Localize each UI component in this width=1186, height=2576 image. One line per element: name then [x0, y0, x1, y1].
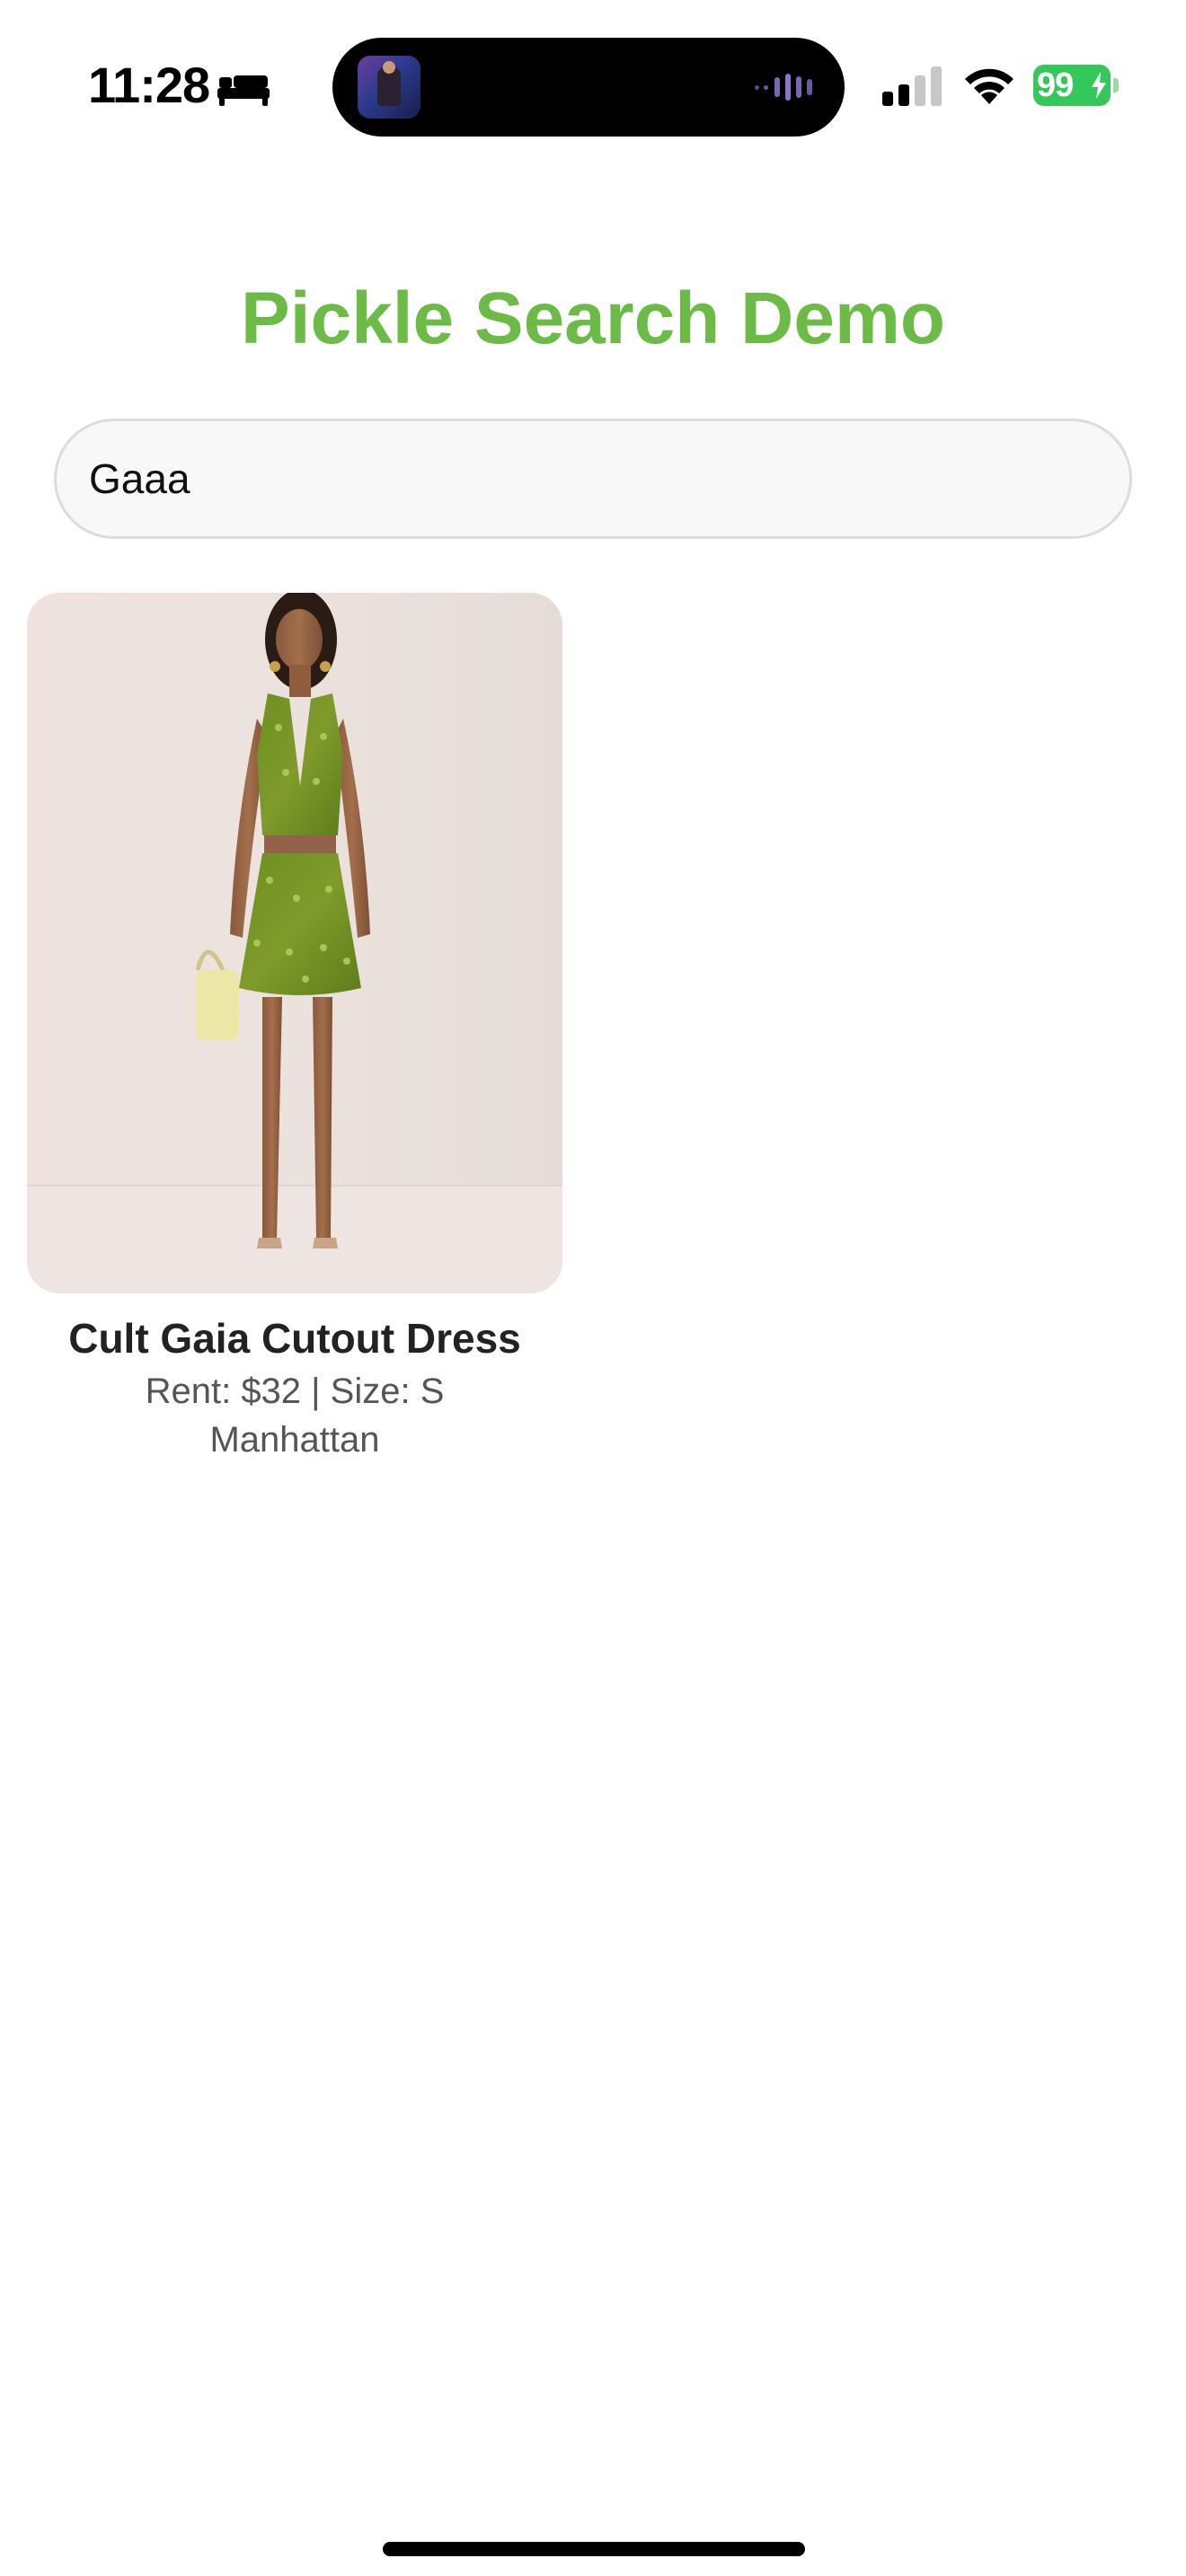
- charging-bolt-icon: [1092, 72, 1106, 99]
- cellular-signal-icon: [882, 66, 942, 106]
- now-playing-artwork[interactable]: [358, 56, 420, 119]
- dynamic-island[interactable]: [332, 38, 845, 137]
- product-card[interactable]: Cult Gaia Cutout Dress Rent: $32 | Size:…: [27, 593, 562, 1473]
- wifi-icon: [965, 68, 1013, 104]
- battery-level: 99: [1037, 66, 1074, 104]
- product-location: Manhattan: [209, 1420, 380, 1460]
- battery-indicator: 99: [1033, 65, 1120, 106]
- product-title[interactable]: Cult Gaia Cutout Dress: [27, 1311, 562, 1365]
- status-time: 11:28: [88, 57, 210, 113]
- battery-cap: [1113, 78, 1119, 93]
- page-title: Pickle Search Demo: [241, 278, 945, 359]
- bed-icon: [217, 75, 270, 106]
- status-bar: 11:28 99: [0, 0, 1186, 171]
- app-screen: 11:28 99 Pickle Search Demo Gaaa Cult Ga…: [0, 0, 1186, 2576]
- product-image[interactable]: [27, 593, 562, 1293]
- search-input[interactable]: [54, 419, 1132, 539]
- home-indicator[interactable]: [383, 2542, 805, 2556]
- artwork-figure-head: [383, 61, 395, 74]
- product-photo-illustration: [27, 593, 562, 1293]
- audio-waveform-icon: [755, 74, 812, 101]
- product-meta: Rent: $32 | Size: S: [145, 1372, 445, 1411]
